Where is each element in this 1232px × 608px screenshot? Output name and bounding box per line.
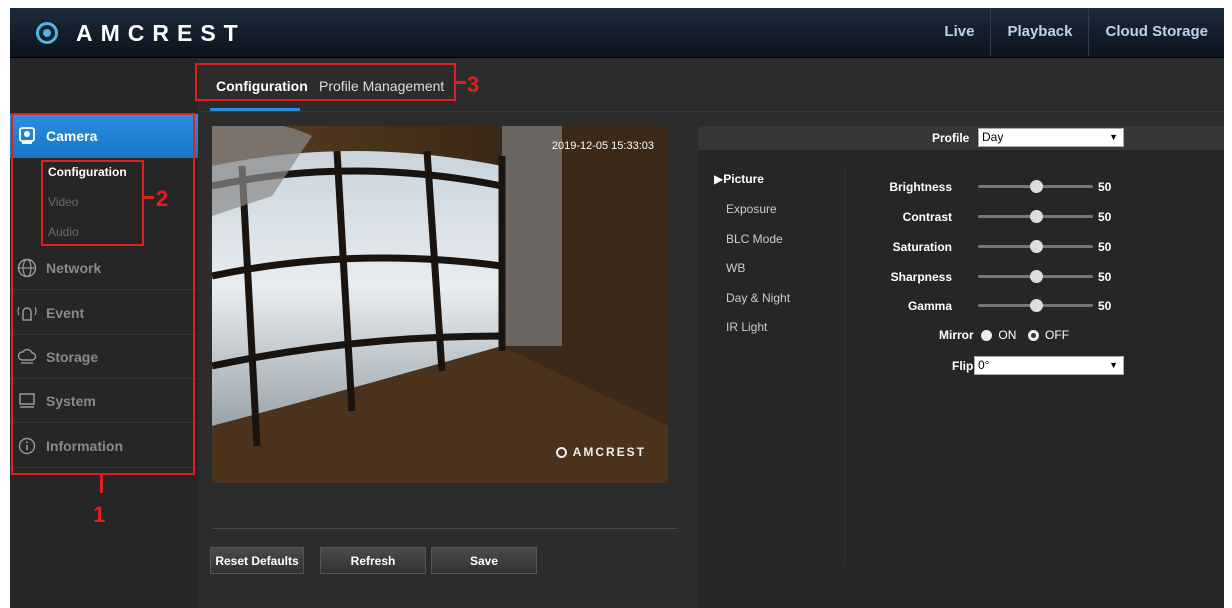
brand-name: AMCREST [76, 19, 246, 46]
gamma-slider-row: Gamma 50 [848, 295, 1178, 315]
annotation-line-1 [100, 475, 103, 493]
nav-playback[interactable]: Playback [991, 8, 1088, 56]
camera-view [212, 126, 668, 483]
contrast-slider[interactable] [978, 210, 1093, 223]
flip-label: Flip [952, 359, 974, 373]
saturation-slider-row: Saturation 50 [848, 236, 1178, 256]
mirror-on-radio[interactable] [981, 330, 993, 342]
flip-select[interactable]: 0° ▼ [974, 356, 1124, 375]
submenu-arrow-icon: ▶ [714, 172, 724, 186]
active-tab-underline [210, 108, 300, 111]
mirror-off-radio[interactable] [1027, 330, 1039, 342]
panel-divider [844, 166, 845, 566]
contrast-value: 50 [1098, 210, 1112, 224]
sharpness-slider-knob[interactable] [1029, 270, 1043, 283]
profile-select[interactable]: Day ▼ [978, 128, 1124, 147]
nav-live[interactable]: Live [928, 8, 990, 56]
submenu-blc-mode[interactable]: BLC Mode [726, 232, 783, 246]
submenu-exposure[interactable]: Exposure [726, 202, 777, 216]
annotation-number-1: 1 [93, 502, 106, 527]
mirror-row: Mirror ON OFF [939, 328, 1069, 342]
mirror-label: Mirror [939, 328, 974, 342]
watermark-text: AMCREST [572, 445, 646, 459]
contrast-label: Contrast [902, 210, 952, 224]
video-timestamp: 2019-12-05 15:33:03 [551, 140, 654, 152]
top-nav: Live Playback Cloud Storage [928, 8, 1224, 56]
amcrest-logo-icon [36, 22, 58, 44]
submenu-day-night[interactable]: Day & Night [726, 291, 790, 305]
sharpness-slider[interactable] [978, 270, 1093, 283]
main-content: Configuration Profile Management 2019-12… [198, 58, 1224, 608]
contrast-slider-row: Contrast 50 [848, 206, 1178, 226]
settings-panel: Profile Day ▼ ▶Picture Exposure BLC Mode… [698, 126, 1224, 608]
sharpness-slider-row: Sharpness 50 [848, 266, 1178, 286]
brightness-slider-knob[interactable] [1029, 180, 1043, 193]
annotation-line-2 [144, 196, 154, 199]
annotation-line-3 [456, 81, 466, 84]
mirror-off-label: OFF [1045, 328, 1070, 342]
nav-cloud-storage[interactable]: Cloud Storage [1089, 8, 1224, 56]
gamma-label: Gamma [907, 299, 952, 313]
save-button[interactable]: Save [431, 547, 537, 574]
gamma-slider[interactable] [978, 299, 1093, 312]
brightness-label: Brightness [889, 180, 952, 194]
submenu-ir-light[interactable]: IR Light [726, 320, 767, 334]
saturation-slider-knob[interactable] [1029, 240, 1043, 253]
annotation-box-2 [41, 160, 144, 246]
flip-select-value: 0° [978, 358, 990, 372]
brightness-slider[interactable] [978, 180, 1093, 193]
annotation-number-2: 2 [156, 186, 169, 211]
annotation-number-3: 3 [467, 72, 480, 97]
refresh-button[interactable]: Refresh [320, 547, 426, 574]
brightness-slider-row: Brightness 50 [848, 176, 1178, 196]
submenu-wb[interactable]: WB [726, 261, 745, 275]
saturation-label: Saturation [892, 240, 952, 254]
gamma-value: 50 [1098, 299, 1112, 313]
video-watermark: AMCREST [555, 445, 646, 459]
video-preview: 2019-12-05 15:33:03 AMCREST [212, 126, 668, 483]
app-window: AMCREST Live Playback Cloud Storage Came… [10, 8, 1224, 608]
brightness-value: 50 [1098, 180, 1112, 194]
sharpness-label: Sharpness [890, 270, 952, 284]
submenu-label: Picture [723, 172, 764, 186]
top-header: AMCREST Live Playback Cloud Storage [10, 8, 1224, 58]
profile-select-value: Day [982, 130, 1004, 144]
profile-label: Profile [932, 131, 970, 145]
saturation-value: 50 [1098, 240, 1112, 254]
divider [212, 528, 677, 529]
dropdown-arrow-icon: ▼ [1109, 132, 1118, 142]
reset-defaults-button[interactable]: Reset Defaults [210, 547, 304, 574]
mirror-on-label: ON [998, 328, 1017, 342]
gamma-slider-knob[interactable] [1029, 299, 1043, 312]
contrast-slider-knob[interactable] [1029, 210, 1043, 223]
amcrest-watermark-icon [555, 446, 567, 458]
saturation-slider[interactable] [978, 240, 1093, 253]
annotation-box-3 [195, 63, 456, 101]
dropdown-arrow-icon: ▼ [1109, 360, 1118, 370]
sharpness-value: 50 [1098, 270, 1112, 284]
submenu-picture[interactable]: ▶Picture [714, 172, 764, 186]
profile-bar: Profile Day ▼ [698, 126, 1224, 150]
amcrest-logo: AMCREST [36, 20, 246, 46]
